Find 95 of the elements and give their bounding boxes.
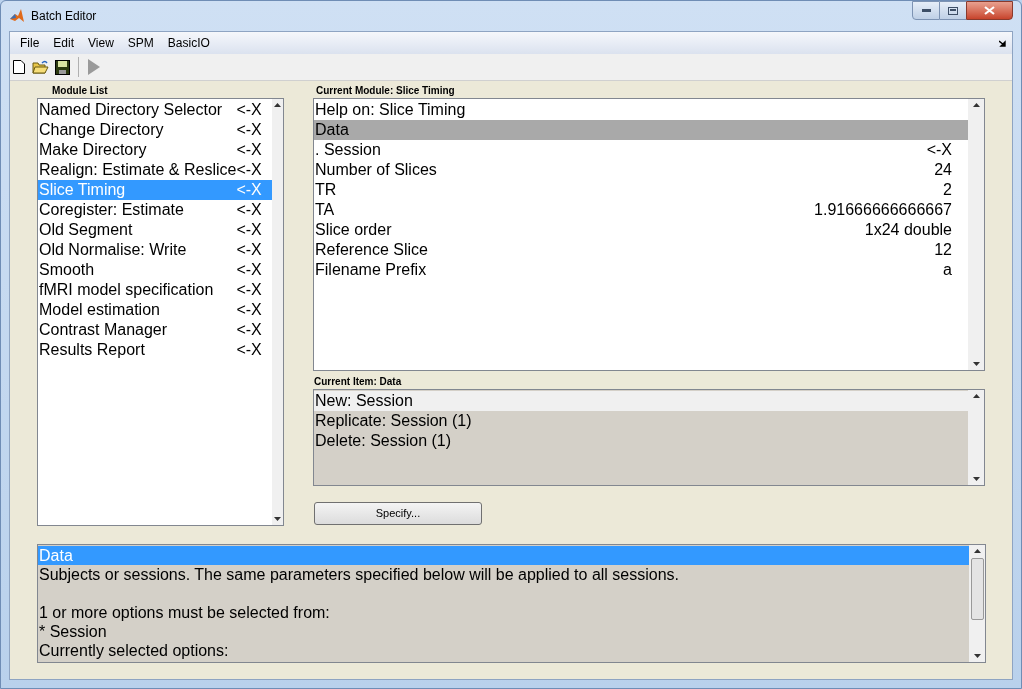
item-value: 12 bbox=[934, 240, 952, 260]
module-tree-item[interactable]: Slice order 1x24 double bbox=[314, 220, 968, 240]
module-list-item[interactable]: Results Report <-X bbox=[38, 340, 272, 360]
item-name: Filename Prefix bbox=[315, 260, 428, 280]
scrollbar[interactable] bbox=[969, 545, 985, 662]
module-list-item[interactable]: Named Directory Selector <-X bbox=[38, 100, 272, 120]
module-name: fMRI model specification bbox=[39, 280, 215, 300]
module-name: Coregister: Estimate bbox=[39, 200, 185, 220]
item-value: 1.91666666666667 bbox=[814, 200, 952, 220]
module-list-item[interactable]: Change Directory <-X bbox=[38, 120, 272, 140]
item-value: 2 bbox=[943, 180, 952, 200]
help-text: Subjects or sessions. The same parameters specified below will be applied to all sessions. bbox=[38, 565, 681, 584]
scroll-thumb[interactable] bbox=[970, 558, 984, 620]
menu-item[interactable]: File bbox=[17, 34, 43, 52]
item-value: a bbox=[943, 260, 952, 280]
item-option[interactable]: New: Session bbox=[314, 391, 968, 411]
module-list[interactable] bbox=[37, 98, 284, 526]
help-text: * Session bbox=[38, 622, 108, 641]
item-name: Help on: Slice Timing bbox=[315, 100, 467, 120]
menu-item[interactable]: Edit bbox=[50, 34, 78, 52]
module-list-item[interactable]: Realign: Estimate & Reslice<-X bbox=[38, 160, 272, 180]
module-name: Old Normalise: Write bbox=[39, 240, 188, 260]
scroll-down-icon[interactable] bbox=[972, 362, 980, 366]
menu-item[interactable]: SPM bbox=[124, 34, 157, 52]
app-logo-icon bbox=[9, 8, 25, 24]
item-name: TR bbox=[315, 180, 338, 200]
item-value: 1x24 double bbox=[864, 220, 952, 240]
module-list-item[interactable]: Smooth <-X bbox=[38, 260, 272, 280]
module-tree-item[interactable]: Number of Slices 24 bbox=[314, 160, 968, 180]
window-title: Batch Editor bbox=[31, 8, 97, 25]
scrollbar[interactable] bbox=[968, 99, 984, 370]
module-tree[interactable]: Help on: Slice Timing Data . Session <-X Number of Slices 24 TR 2 TA 1.91666666666667 Slice order 1x24 double Reference Slice 12 Filename Prefix a bbox=[313, 98, 985, 371]
item-name: . Session bbox=[315, 140, 382, 160]
help-text: Currently selected options: bbox=[38, 641, 230, 660]
module-list-item[interactable]: Old Normalise: Write <-X bbox=[38, 240, 272, 260]
module-name: Make Directory bbox=[39, 140, 148, 160]
module-name: Results Report bbox=[39, 340, 146, 360]
scrollbar[interactable] bbox=[968, 390, 984, 485]
scroll-down-icon[interactable] bbox=[973, 654, 981, 658]
item-list[interactable]: New: Session Replicate: Session (1) Delete: Session (1) bbox=[313, 389, 985, 486]
scrollbar[interactable] bbox=[271, 99, 283, 525]
module-list-item[interactable]: Model estimation <-X bbox=[38, 300, 272, 320]
module-tree-item[interactable]: TR 2 bbox=[314, 180, 968, 200]
module-tree-item[interactable]: TA 1.91666666666667 bbox=[314, 200, 968, 220]
item-name: Slice order bbox=[315, 220, 393, 240]
scroll-down-icon[interactable] bbox=[273, 517, 281, 521]
help-text: 1 or more options must be selected from: bbox=[38, 603, 331, 622]
module-name: Contrast Manager bbox=[39, 320, 169, 340]
module-name: Realign: Estimate & Reslice bbox=[39, 160, 237, 180]
module-name: Model estimation bbox=[39, 300, 161, 320]
new-file-icon[interactable] bbox=[12, 59, 26, 75]
scroll-up-icon[interactable] bbox=[973, 549, 981, 553]
save-icon[interactable] bbox=[55, 59, 70, 75]
panel-label: Current Item: Data bbox=[314, 375, 403, 389]
module-list-item[interactable]: Contrast Manager <-X bbox=[38, 320, 272, 340]
item-name: Number of Slices bbox=[315, 160, 438, 180]
module-name: Smooth bbox=[39, 260, 96, 280]
module-name: Change Directory bbox=[39, 120, 165, 140]
help-heading: Data bbox=[38, 546, 969, 565]
close-button[interactable] bbox=[966, 1, 1013, 20]
scroll-up-icon[interactable] bbox=[972, 103, 980, 107]
module-name: Slice Timing bbox=[39, 180, 127, 200]
module-list-item[interactable]: Make Directory <-X bbox=[38, 140, 272, 160]
module-name: Named Directory Selector bbox=[39, 100, 224, 120]
panel-label: Current Module: Slice Timing bbox=[316, 84, 456, 98]
module-tree-item[interactable]: Filename Prefix a bbox=[314, 260, 968, 280]
module-tree-item[interactable]: Reference Slice 12 bbox=[314, 240, 968, 260]
scroll-down-icon[interactable] bbox=[972, 477, 980, 481]
menu-item[interactable]: View bbox=[85, 34, 117, 52]
item-value: 24 bbox=[934, 160, 952, 180]
item-name: Reference Slice bbox=[315, 240, 429, 260]
specify-button[interactable]: Specify... bbox=[314, 502, 482, 525]
close-icon bbox=[984, 6, 995, 15]
module-list-item[interactable]: fMRI model specification <-X bbox=[38, 280, 272, 300]
module-list-item[interactable]: Old Segment <-X bbox=[38, 220, 272, 240]
panel-label: Module List bbox=[52, 84, 109, 98]
minimize-icon bbox=[921, 9, 931, 12]
maximize-icon bbox=[948, 6, 958, 15]
item-option[interactable]: Delete: Session (1) bbox=[314, 431, 968, 451]
module-name: Old Segment bbox=[39, 220, 134, 240]
item-name: TA bbox=[315, 200, 336, 220]
item-option[interactable]: Replicate: Session (1) bbox=[314, 411, 968, 431]
scroll-up-icon[interactable] bbox=[972, 394, 980, 398]
open-folder-icon[interactable] bbox=[32, 59, 49, 75]
module-tree-item[interactable]: Help on: Slice Timing bbox=[314, 100, 968, 120]
maximize-button[interactable] bbox=[940, 1, 966, 20]
item-value: <-X bbox=[926, 140, 952, 160]
scroll-up-icon[interactable] bbox=[273, 103, 281, 107]
dock-arrow-icon[interactable] bbox=[999, 40, 1006, 47]
module-tree-item[interactable]: Data bbox=[314, 120, 968, 140]
module-tree-item[interactable]: . Session <-X bbox=[314, 140, 968, 160]
minimize-button[interactable] bbox=[912, 1, 940, 20]
module-list-item[interactable]: Coregister: Estimate <-X bbox=[38, 200, 272, 220]
menu-item[interactable]: BasicIO bbox=[164, 34, 213, 52]
item-name: Data bbox=[315, 120, 350, 140]
